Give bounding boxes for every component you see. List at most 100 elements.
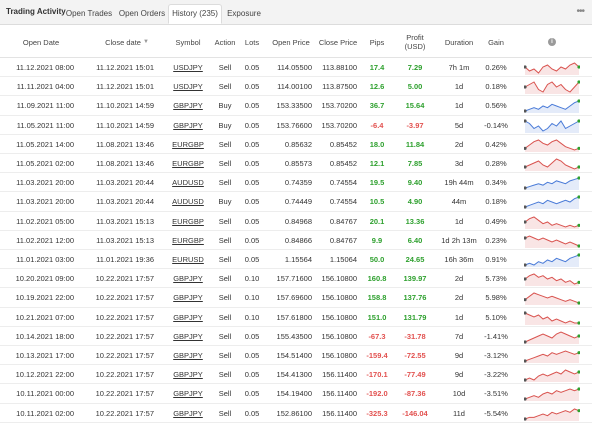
open-date-cell: 10.21.2021 07:00 bbox=[15, 312, 74, 322]
close-date-cell: 10.22.2021 17:57 bbox=[95, 274, 154, 284]
lots-cell: 0.05 bbox=[244, 370, 260, 380]
pips-cell: 36.7 bbox=[369, 101, 385, 111]
symbol-link[interactable]: GBPJPY bbox=[166, 288, 210, 307]
col-open-date[interactable]: Open Date bbox=[8, 26, 74, 58]
gain-cell: 5.73% bbox=[485, 274, 507, 284]
sparkline-area bbox=[525, 197, 579, 210]
sparkline-area bbox=[525, 255, 579, 267]
symbol-link[interactable]: GBPJPY bbox=[166, 308, 210, 327]
open-date-cell: 10.11.2021 02:00 bbox=[16, 408, 74, 418]
profit-cell: -87.36 bbox=[404, 389, 426, 399]
symbol-link[interactable]: GBPJPY bbox=[166, 327, 210, 346]
symbol-link[interactable]: GBPJPY bbox=[166, 365, 210, 384]
duration-cell: 2d bbox=[454, 293, 464, 303]
tab-open-trades[interactable]: Open Trades bbox=[62, 4, 116, 23]
table-row[interactable]: 11.02.2021 05:00 11.03.2021 15:13 EURGBP Se… bbox=[0, 212, 592, 231]
col-close-date[interactable]: Close date ▼ bbox=[94, 26, 160, 58]
profit-cell: 5.00 bbox=[407, 82, 423, 92]
col-gain[interactable]: Gain bbox=[478, 26, 514, 58]
symbol-link[interactable]: EURGBP bbox=[166, 135, 210, 154]
table-row[interactable]: 11.05.2021 14:00 11.08.2021 13:46 EURGBP Se… bbox=[0, 135, 592, 154]
col-lots[interactable]: Lots bbox=[240, 26, 264, 58]
table-row[interactable]: 10.11.2021 00:00 10.22.2021 17:57 GBPJPY Se… bbox=[0, 384, 592, 404]
table-row[interactable]: 11.05.2021 11:00 11.10.2021 14:59 GBPJPY Bu… bbox=[0, 116, 592, 135]
tab-open-orders[interactable]: Open Orders bbox=[116, 4, 168, 23]
open-price-cell: 1.15564 bbox=[284, 255, 312, 264]
col-open-price[interactable]: Open Price bbox=[268, 26, 314, 58]
table-row[interactable]: 10.20.2021 09:00 10.22.2021 17:57 GBPJPY Se… bbox=[0, 269, 592, 289]
tab-history[interactable]: History (235) bbox=[168, 4, 222, 24]
profit-cell: 7.29 bbox=[407, 63, 423, 72]
table-row[interactable]: 11.05.2021 02:00 11.08.2021 13:46 EURGBP Se… bbox=[0, 154, 592, 174]
action-cell: Sell bbox=[218, 312, 232, 322]
pips-cell: 12.1 bbox=[369, 159, 385, 168]
close-date-cell: 11.12.2021 15:01 bbox=[96, 82, 154, 92]
col-profit[interactable]: Profit (USD) bbox=[398, 26, 432, 58]
symbol-link[interactable]: EURGBP bbox=[166, 212, 210, 231]
action-cell: Sell bbox=[218, 389, 232, 399]
close-date-cell: 11.10.2021 14:59 bbox=[96, 101, 154, 111]
pips-cell: 19.5 bbox=[369, 178, 385, 188]
lots-cell: 0.05 bbox=[244, 139, 260, 149]
table-row[interactable]: 10.13.2021 17:00 10.22.2021 17:57 GBPJPY Se… bbox=[0, 346, 592, 366]
symbol-link[interactable]: AUDUSD bbox=[166, 173, 210, 192]
sparkline-area bbox=[525, 370, 579, 383]
table-row[interactable]: 11.01.2021 03:00 11.01.2021 19:36 EURUSD Se… bbox=[0, 250, 592, 270]
close-price-cell: 156.10800 bbox=[321, 351, 357, 360]
open-date-cell: 10.13.2021 17:00 bbox=[15, 351, 74, 360]
lots-cell: 0.05 bbox=[244, 101, 260, 111]
symbol-link[interactable]: EURGBP bbox=[166, 231, 210, 250]
symbol-link[interactable]: GBPJPY bbox=[166, 346, 210, 365]
close-price-cell: 1.15064 bbox=[329, 255, 357, 264]
col-pips[interactable]: Pips bbox=[362, 26, 392, 58]
trade-sparkline-chart bbox=[524, 216, 580, 229]
col-close-price[interactable]: Close Price bbox=[316, 26, 360, 58]
symbol-link[interactable]: USDJPY bbox=[166, 58, 210, 77]
info-icon[interactable]: i bbox=[548, 38, 556, 46]
symbol-link[interactable]: GBPJPY bbox=[166, 96, 210, 115]
lots-cell: 0.05 bbox=[244, 120, 260, 130]
table-row[interactable]: 10.14.2021 18:00 10.22.2021 17:57 GBPJPY Se… bbox=[0, 327, 592, 346]
symbol-link[interactable]: GBPJPY bbox=[166, 269, 210, 288]
trade-sparkline-chart bbox=[524, 350, 580, 363]
table-row[interactable]: 10.12.2021 22:00 10.22.2021 17:57 GBPJPY Se… bbox=[0, 365, 592, 385]
col-duration[interactable]: Duration bbox=[436, 26, 482, 58]
symbol-link[interactable]: GBPJPY bbox=[166, 116, 210, 135]
table-row[interactable]: 11.03.2021 20:00 11.03.2021 20:44 AUDUSD Se… bbox=[0, 173, 592, 193]
open-date-cell: 11.05.2021 02:00 bbox=[16, 159, 74, 168]
trade-sparkline-chart bbox=[524, 369, 580, 383]
lots-cell: 0.05 bbox=[244, 331, 260, 341]
symbol-link[interactable]: GBPJPY bbox=[166, 404, 210, 423]
table-row[interactable]: 11.03.2021 20:00 11.03.2021 20:44 AUDUSD Bu… bbox=[0, 192, 592, 212]
tab-exposure[interactable]: Exposure bbox=[222, 4, 266, 23]
table-row[interactable]: 10.21.2021 07:00 10.22.2021 17:57 GBPJPY Se… bbox=[0, 308, 592, 327]
symbol-link[interactable]: USDJPY bbox=[166, 77, 210, 96]
duration-cell: 7d bbox=[454, 331, 464, 341]
table-row[interactable]: 10.11.2021 02:00 10.22.2021 17:57 GBPJPY Se… bbox=[0, 404, 592, 423]
symbol-link[interactable]: EURUSD bbox=[166, 250, 210, 269]
symbol-link[interactable]: EURGBP bbox=[166, 154, 210, 173]
open-price-cell: 0.85573 bbox=[284, 159, 312, 168]
table-row[interactable]: 11.11.2021 04:00 11.12.2021 15:01 USDJPY Se… bbox=[0, 77, 592, 97]
action-cell: Sell bbox=[218, 293, 232, 303]
table-row[interactable]: 11.09.2021 11:00 11.10.2021 14:59 GBPJPY Bu… bbox=[0, 96, 592, 116]
lots-cell: 0.05 bbox=[244, 351, 260, 360]
open-date-cell: 11.09.2021 11:00 bbox=[16, 101, 74, 111]
trade-sparkline-chart bbox=[524, 253, 580, 267]
more-options-icon[interactable]: ••• bbox=[576, 6, 584, 17]
profit-cell: 13.36 bbox=[405, 216, 425, 226]
action-cell: Sell bbox=[218, 274, 232, 284]
duration-cell: 3d bbox=[454, 159, 464, 168]
symbol-link[interactable]: AUDUSD bbox=[166, 192, 210, 211]
symbol-link[interactable]: GBPJPY bbox=[166, 384, 210, 403]
col-symbol[interactable]: Symbol bbox=[166, 26, 210, 58]
trade-sparkline-chart bbox=[524, 235, 580, 248]
table-row[interactable]: 11.12.2021 08:00 11.12.2021 15:01 USDJPY Se… bbox=[0, 58, 592, 78]
col-action[interactable]: Action bbox=[212, 26, 238, 58]
table-row[interactable]: 10.19.2021 22:00 10.22.2021 17:57 GBPJPY Se… bbox=[0, 288, 592, 308]
open-date-cell: 10.12.2021 22:00 bbox=[15, 370, 74, 380]
duration-cell: 16h 36m bbox=[444, 255, 474, 264]
open-date-cell: 11.05.2021 14:00 bbox=[16, 139, 74, 149]
table-row[interactable]: 11.02.2021 12:00 11.03.2021 15:13 EURGBP Se… bbox=[0, 231, 592, 250]
action-cell: Buy bbox=[218, 101, 232, 111]
